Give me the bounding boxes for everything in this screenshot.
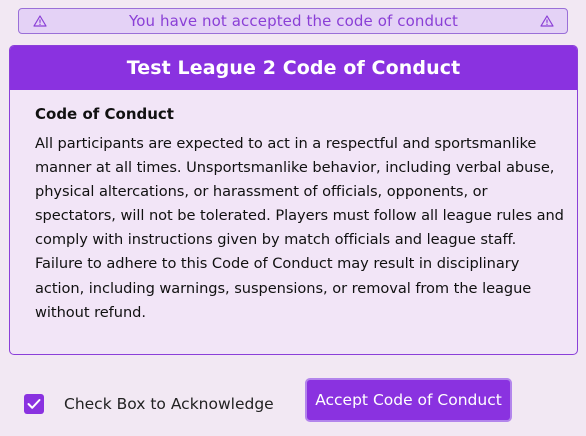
- accept-code-of-conduct-button[interactable]: Accept Code of Conduct: [305, 378, 512, 422]
- code-of-conduct-text: All participants are expected to act in …: [35, 135, 564, 321]
- acknowledge-footer: Check Box to Acknowledge Accept Code of …: [24, 378, 524, 424]
- acknowledge-checkbox-label[interactable]: Check Box to Acknowledge: [64, 394, 274, 414]
- panel-title: Test League 2 Code of Conduct: [10, 46, 577, 90]
- checkmark-icon: [27, 399, 41, 409]
- panel-subtitle: Code of Conduct: [35, 105, 174, 123]
- warning-triangle-icon: [539, 14, 555, 28]
- warning-triangle-icon: [32, 14, 48, 28]
- warning-banner-text: You have not accepted the code of conduc…: [128, 12, 459, 30]
- code-of-conduct-panel: Test League 2 Code of Conduct Code of Co…: [9, 45, 578, 355]
- panel-body: Code of Conduct All participants are exp…: [10, 90, 577, 325]
- acknowledge-checkbox[interactable]: [24, 394, 44, 414]
- code-of-conduct-warning-banner: You have not accepted the code of conduc…: [18, 8, 568, 34]
